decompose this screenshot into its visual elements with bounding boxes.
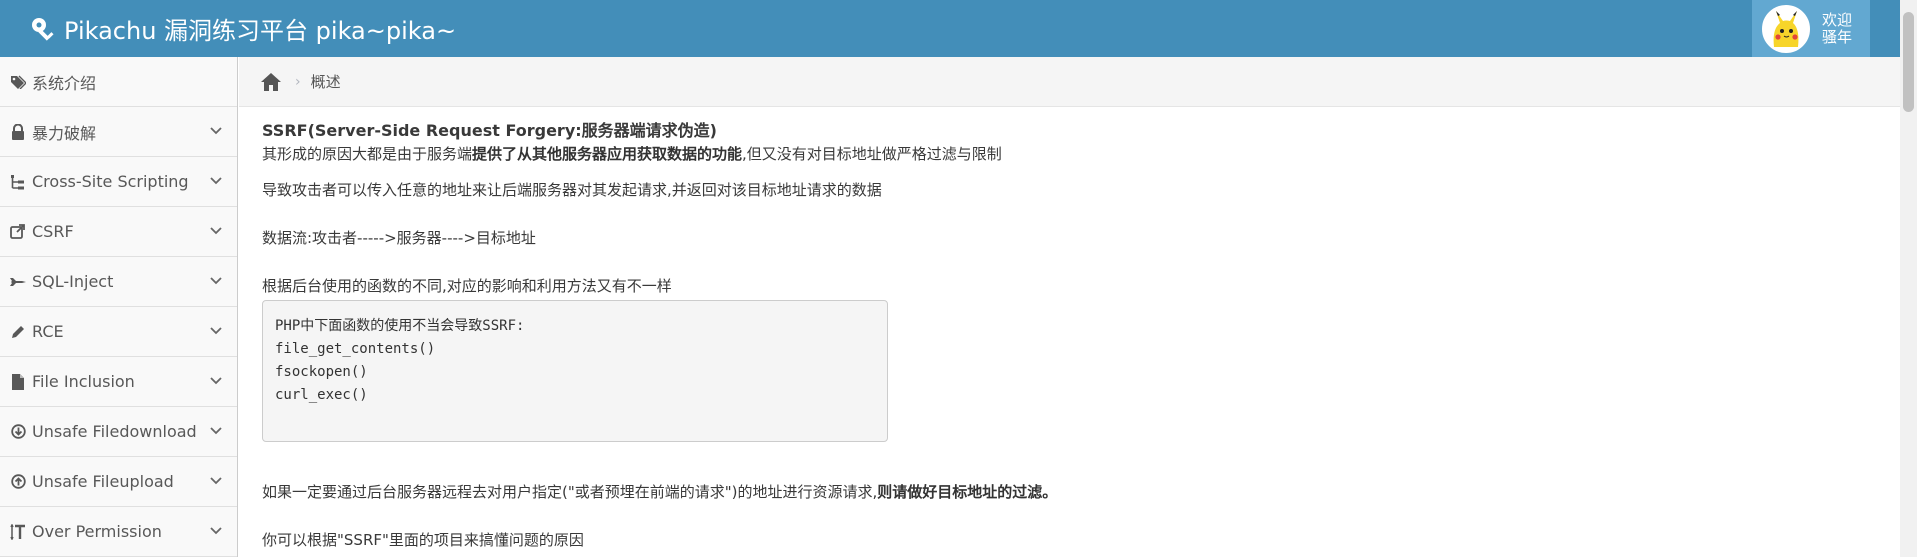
- sidebar-item-csrf[interactable]: CSRF: [0, 207, 237, 257]
- code-line: PHP中下面函数的使用不当会导致SSRF:: [275, 318, 525, 334]
- avatar: [1762, 4, 1810, 53]
- code-line: fsockopen(): [275, 364, 368, 380]
- breadcrumb-current: 概述: [310, 73, 341, 91]
- sidebar-item-label: 暴力破解: [32, 123, 97, 143]
- sitemap-icon: [8, 173, 28, 191]
- username: 骚年: [1822, 27, 1853, 46]
- sidebar-item-system-intro[interactable]: 系统介绍: [0, 57, 237, 107]
- home-icon[interactable]: [259, 71, 283, 93]
- sidebar-item-unsafe-filedownload[interactable]: Unsafe Filedownload: [0, 407, 237, 457]
- breadcrumb-separator-icon: ›: [295, 73, 301, 90]
- sidebar-item-label: Cross-Site Scripting: [32, 172, 189, 191]
- tags-icon: [8, 73, 28, 91]
- sidebar: 系统介绍 暴力破解 Cross-Site Scripting CSRF SQL-…: [0, 57, 238, 557]
- chevron-down-icon: [210, 327, 222, 335]
- sidebar-item-label: SQL-Inject: [32, 272, 114, 291]
- user-menu[interactable]: 欢迎 骚年: [1752, 0, 1870, 57]
- code-block: PHP中下面函数的使用不当会导致SSRF: file_get_contents(…: [262, 300, 888, 442]
- sidebar-item-brute-force[interactable]: 暴力破解: [0, 107, 237, 157]
- chevron-down-icon: [210, 527, 222, 535]
- vertical-scrollbar[interactable]: [1900, 0, 1917, 557]
- welcome-line: 欢迎: [1822, 10, 1853, 29]
- paragraph-advice: 如果一定要通过后台服务器远程去对用户指定("或者预埋在前端的请求")的地址进行资…: [262, 482, 1862, 502]
- upload-circle-icon: [8, 473, 28, 491]
- text-span: 如果一定要通过后台服务器远程去对用户指定("或者预埋在前端的请求")的地址进行资…: [262, 483, 878, 501]
- chevron-down-icon: [210, 277, 222, 285]
- text-span: 其形成的原因大都是由于服务端: [262, 145, 473, 163]
- pencil-icon: [8, 323, 28, 341]
- text-height-icon: [8, 523, 28, 541]
- chevron-down-icon: [210, 177, 222, 185]
- sidebar-item-label: File Inclusion: [32, 372, 135, 391]
- paragraph-cause: 其形成的原因大都是由于服务端提供了从其他服务器应用获取数据的功能,但又没有对目标…: [262, 144, 1862, 164]
- bold-text: 提供了从其他服务器应用获取数据的功能: [472, 145, 743, 163]
- chevron-down-icon: [210, 227, 222, 235]
- scrollbar-thumb[interactable]: [1903, 12, 1914, 112]
- sidebar-item-label: Over Permission: [32, 522, 162, 541]
- paragraph-dataflow: 数据流:攻击者----->服务器---->目标地址: [262, 229, 536, 247]
- fighter-jet-icon: [8, 273, 28, 291]
- sidebar-item-label: CSRF: [32, 222, 74, 241]
- code-line: file_get_contents(): [275, 341, 436, 357]
- chevron-down-icon: [210, 377, 222, 385]
- paragraph-hint: 你可以根据"SSRF"里面的项目来搞懂问题的原因: [262, 531, 584, 549]
- paragraph-functions: 根据后台使用的函数的不同,对应的影响和利用方法又有不一样: [262, 277, 672, 295]
- main-content: SSRF(Server-Side Request Forgery:服务器端请求伪…: [262, 120, 1862, 550]
- chevron-down-icon: [210, 127, 222, 135]
- chevron-down-icon: [210, 427, 222, 435]
- sidebar-item-label: Unsafe Filedownload: [32, 422, 197, 441]
- sidebar-item-label: 系统介绍: [32, 73, 97, 93]
- breadcrumb: › 概述: [239, 57, 1900, 107]
- sidebar-item-label: Unsafe Fileupload: [32, 472, 174, 491]
- lock-icon: [8, 123, 28, 141]
- sidebar-item-file-inclusion[interactable]: File Inclusion: [0, 357, 237, 407]
- sidebar-item-label: RCE: [32, 322, 64, 341]
- file-icon: [8, 373, 28, 391]
- chevron-down-icon: [210, 477, 222, 485]
- bold-text: 则请做好目标地址的过滤。: [877, 483, 1058, 501]
- code-line: curl_exec(): [275, 387, 368, 403]
- navbar: Pikachu 漏洞练习平台 pika~pika~ 欢迎 骚年: [0, 0, 1900, 57]
- page-title: SSRF(Server-Side Request Forgery:服务器端请求伪…: [262, 121, 717, 140]
- sidebar-item-over-permission[interactable]: Over Permission: [0, 507, 237, 557]
- sidebar-item-sql-inject[interactable]: SQL-Inject: [0, 257, 237, 307]
- sidebar-item-unsafe-fileupload[interactable]: Unsafe Fileupload: [0, 457, 237, 507]
- paragraph-impact: 导致攻击者可以传入任意的地址来让后端服务器对其发起请求,并返回对该目标地址请求的…: [262, 181, 882, 199]
- welcome-text: 欢迎 骚年: [1822, 10, 1853, 46]
- pikachu-avatar-icon: [1764, 6, 1808, 51]
- brand-title: Pikachu 漏洞练习平台 pika~pika~: [64, 17, 457, 45]
- share-icon: [8, 223, 28, 241]
- text-span: ,但又没有对目标地址做严格过滤与限制: [742, 145, 1002, 163]
- sidebar-item-rce[interactable]: RCE: [0, 307, 237, 357]
- key-icon: [32, 17, 54, 41]
- brand-link[interactable]: Pikachu 漏洞练习平台 pika~pika~: [28, 0, 456, 57]
- sidebar-item-xss[interactable]: Cross-Site Scripting: [0, 157, 237, 207]
- download-circle-icon: [8, 423, 28, 441]
